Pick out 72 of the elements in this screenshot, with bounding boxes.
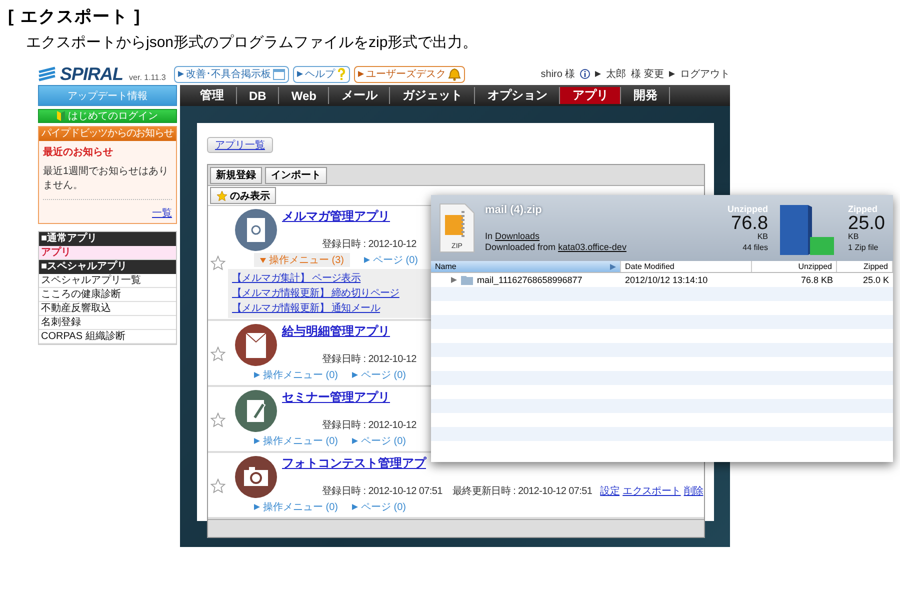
- file-name-cell[interactable]: mail_11162768658996877: [477, 275, 582, 285]
- notice-list-link[interactable]: 一覧: [152, 206, 172, 220]
- notice-header: パイプドビッツからのお知らせ: [39, 127, 176, 141]
- operation-menu-toggle[interactable]: 操作メニュー (0): [254, 434, 338, 448]
- header-link-button[interactable]: ヘルプ: [292, 66, 350, 82]
- registered-date: 登録日時 : 2012-10-12: [322, 352, 416, 366]
- nav-tab[interactable]: Web: [279, 87, 330, 104]
- nav-tab[interactable]: 開発: [621, 87, 670, 104]
- column-header[interactable]: Name: [431, 261, 621, 272]
- app-title-link[interactable]: メルマガ管理アプリ: [282, 208, 390, 225]
- zipped-cell-text: 25.0 K: [862, 275, 890, 285]
- page-menu-toggle[interactable]: ページ (0): [352, 500, 406, 514]
- sidebar-item[interactable]: スペシャルアプリ一覧: [39, 274, 176, 288]
- sidebar-item[interactable]: 名刺登録: [39, 316, 176, 330]
- archive-source: Downloaded from kata03.office-dev: [485, 242, 626, 252]
- date-cell-text: 2012/10/12 13:14:10: [624, 275, 709, 285]
- registered-date: 登録日時 : 2012-10-12 07:51: [322, 484, 442, 498]
- page-menu-toggle[interactable]: ページ (0): [352, 434, 406, 448]
- logo-text: SPIRAL: [60, 64, 124, 84]
- starred-filter-button[interactable]: のみ表示: [210, 187, 276, 204]
- user-name: shiro 様: [540, 68, 576, 81]
- nav-tab[interactable]: ガジェット: [390, 87, 476, 104]
- archive-file-name: mail (4).zip: [485, 204, 543, 216]
- nav-tab[interactable]: メール: [329, 87, 390, 104]
- app-title-link[interactable]: セミナー管理アプリ: [282, 389, 390, 406]
- notice-heading: 最近のお知らせ: [43, 146, 114, 159]
- header-link-button[interactable]: ユーザーズデスク: [354, 66, 465, 82]
- sidebar-item[interactable]: CORPAS 組織診断: [39, 330, 176, 344]
- archive-location: In Downloads: [485, 231, 541, 241]
- app-title-link[interactable]: 給与明細管理アプリ: [282, 323, 390, 340]
- toolbar-button[interactable]: インポート: [265, 166, 327, 184]
- app-title-link[interactable]: フォトコンテスト管理アプ: [282, 455, 426, 472]
- registered-date: 登録日時 : 2012-10-12: [322, 418, 416, 432]
- app-action-link[interactable]: 削除: [684, 484, 704, 498]
- app-action-link[interactable]: 設定: [600, 484, 620, 498]
- nav-tab[interactable]: DB: [237, 87, 280, 104]
- page-description: エクスポートからjson形式のプログラムファイルをzip形式で出力。: [26, 33, 479, 52]
- updated-date: 最終更新日時 : 2012-10-12 07:51: [452, 484, 592, 498]
- operation-menu-toggle[interactable]: 操作メニュー (0): [254, 368, 338, 382]
- unzipped-label: Unzipped: [728, 204, 768, 214]
- zipped-size: 25.0: [848, 214, 885, 232]
- page-menu-toggle[interactable]: ページ (0): [352, 368, 406, 382]
- page-menu-toggle[interactable]: ページ (0): [364, 253, 418, 267]
- notice-text: 最近1週間でお知らせはありません。: [43, 165, 172, 200]
- registered-date: 登録日時 : 2012-10-12: [322, 238, 416, 251]
- operation-menu-link[interactable]: 【メルマガ情報更新】 通知メール: [232, 301, 380, 315]
- zipped-unit: KB: [848, 232, 859, 240]
- operation-menu-link[interactable]: 【メルマガ情報更新】 締め切りページ: [232, 286, 400, 300]
- unzipped-cell-text: 76.8 KB: [800, 275, 834, 285]
- unzipped-unit: KB: [757, 232, 768, 240]
- sidebar-section-header: ■スペシャルアプリ: [39, 260, 176, 274]
- unzipped-size: 76.8: [731, 214, 768, 232]
- toolbar-button[interactable]: 新規登録: [210, 166, 262, 184]
- sidebar-item[interactable]: 不動産反響取込: [39, 302, 176, 316]
- sidebar-section-header: ■通常アプリ: [39, 232, 176, 246]
- zipped-file-count: 1 Zip file: [848, 244, 878, 252]
- logout-link[interactable]: ログアウト: [680, 67, 730, 81]
- zipped-label: Zipped: [848, 204, 878, 214]
- unzipped-file-count: 44 files: [742, 244, 768, 252]
- header-link-button[interactable]: 改善･不具合掲示板: [174, 66, 289, 82]
- change-account-link[interactable]: 様 変更: [631, 67, 664, 81]
- sidebar-item[interactable]: アプリ: [39, 246, 176, 260]
- account-name-link[interactable]: 太郎: [606, 67, 626, 81]
- version-label: ver. 1.11.3: [129, 72, 166, 82]
- page-title: [ エクスポート ]: [8, 6, 142, 28]
- operation-menu-toggle[interactable]: 操作メニュー (0): [254, 500, 338, 514]
- app-list-button[interactable]: アプリ一覧: [207, 137, 273, 153]
- nav-tab[interactable]: アプリ: [560, 87, 622, 104]
- operation-menu-link[interactable]: 【メルマガ集計】 ページ表示: [232, 271, 361, 285]
- nav-tab[interactable]: 管理: [188, 87, 237, 104]
- app-action-link[interactable]: エクスポート: [622, 484, 681, 498]
- sidebar-item[interactable]: こころの健康診断: [39, 288, 176, 302]
